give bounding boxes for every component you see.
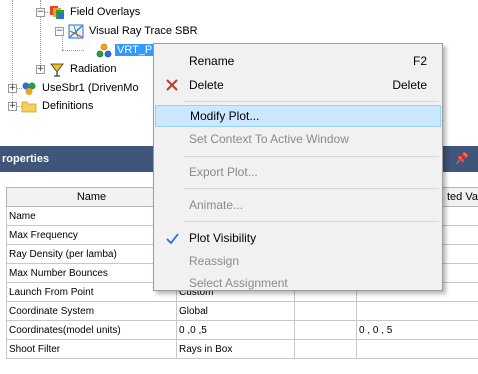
setup-icon — [21, 81, 37, 96]
tree-connector — [62, 50, 84, 51]
property-name: Max Frequency — [6, 225, 177, 245]
property-evaluated: 0 , 0 , 5 — [356, 320, 478, 340]
menu-separator — [184, 156, 439, 157]
tree-item-usesbr1[interactable]: + UseSbr1 (DrivenMo — [8, 80, 141, 96]
menu-separator — [184, 188, 439, 189]
menu-item-label: Rename — [189, 54, 235, 68]
property-unit — [294, 320, 357, 340]
menu-item-label: Animate... — [189, 198, 244, 212]
table-row[interactable]: Coordinate System Global — [6, 301, 478, 321]
tree-item-label: Visual Ray Trace SBR — [89, 25, 198, 37]
menu-item-label: Set Context To Active Window — [189, 132, 349, 146]
property-name: Ray Density (per lamba) — [6, 244, 177, 264]
menu-item-label: Select Assignment — [189, 276, 288, 290]
property-name: Launch From Point — [6, 282, 177, 302]
folder-icon — [21, 99, 37, 114]
expand-icon[interactable]: + — [8, 83, 17, 93]
tree-item-radiation[interactable]: + Radiation — [36, 61, 118, 77]
property-name: Name — [6, 206, 177, 226]
property-evaluated — [356, 301, 478, 321]
expand-icon[interactable]: + — [36, 64, 45, 74]
property-value[interactable]: Global — [176, 301, 295, 321]
tree-item-visual-ray-trace[interactable]: − Visual Ray Trace SBR — [55, 23, 200, 39]
property-value[interactable]: Rays in Box — [176, 339, 295, 359]
menu-separator — [184, 101, 439, 102]
menu-item-rename[interactable]: Rename F2 — [155, 50, 441, 72]
field-overlays-icon — [49, 5, 65, 20]
plot-icon — [96, 43, 112, 58]
table-row[interactable]: Shoot Filter Rays in Box — [6, 339, 478, 359]
property-name: Max Number Bounces — [6, 263, 177, 283]
tree-item-label: UseSbr1 (DrivenMo — [42, 82, 139, 94]
column-header-name[interactable]: Name — [6, 187, 177, 207]
property-value[interactable]: 0 ,0 ,5 — [176, 320, 295, 340]
menu-item-label: Reassign — [189, 254, 240, 268]
property-name: Coordinate System — [6, 301, 177, 321]
ray-trace-icon — [68, 24, 84, 39]
menu-item-label: Modify Plot... — [190, 109, 260, 123]
pin-icon[interactable]: 📌 — [455, 152, 469, 165]
property-unit — [294, 301, 357, 321]
collapse-icon[interactable]: − — [55, 26, 64, 36]
tree-item-definitions[interactable]: + Definitions — [8, 98, 95, 114]
menu-item-label: Export Plot... — [189, 165, 258, 179]
checkmark-icon — [164, 230, 180, 246]
properties-title: roperties — [2, 153, 50, 165]
tree-item-field-overlays[interactable]: − Field Overlays — [36, 4, 142, 20]
menu-item-delete[interactable]: Delete Delete — [155, 74, 441, 96]
collapse-icon[interactable]: − — [36, 7, 45, 17]
menu-item-set-context[interactable]: Set Context To Active Window — [155, 128, 441, 150]
menu-item-plot-visibility[interactable]: Plot Visibility — [155, 227, 441, 249]
delete-x-icon — [164, 77, 180, 93]
menu-item-reassign[interactable]: Reassign — [155, 250, 441, 272]
property-evaluated — [356, 339, 478, 359]
menu-item-shortcut: Delete — [392, 78, 427, 92]
tree-item-label: Radiation — [70, 63, 117, 75]
expand-icon[interactable]: + — [8, 101, 17, 111]
menu-item-export-plot[interactable]: Export Plot... — [155, 161, 441, 183]
menu-item-label: Delete — [189, 78, 224, 92]
menu-item-select-assignment[interactable]: Select Assignment — [155, 272, 441, 294]
menu-item-modify-plot[interactable]: Modify Plot... — [155, 105, 441, 127]
tree-item-label: Field Overlays — [70, 6, 141, 18]
property-name: Coordinates(model units) — [6, 320, 177, 340]
menu-item-label: Plot Visibility — [189, 231, 257, 245]
table-row[interactable]: Coordinates(model units) 0 ,0 ,5 0 , 0 ,… — [6, 320, 478, 340]
menu-separator — [184, 221, 439, 222]
property-unit — [294, 339, 357, 359]
radiation-icon — [49, 62, 65, 77]
menu-item-animate[interactable]: Animate... — [155, 194, 441, 216]
tree-item-label: Definitions — [42, 100, 94, 112]
context-menu: Rename F2 Delete Delete Modify Plot... S… — [153, 43, 443, 291]
menu-item-shortcut: F2 — [412, 54, 427, 68]
property-name: Shoot Filter — [6, 339, 177, 359]
